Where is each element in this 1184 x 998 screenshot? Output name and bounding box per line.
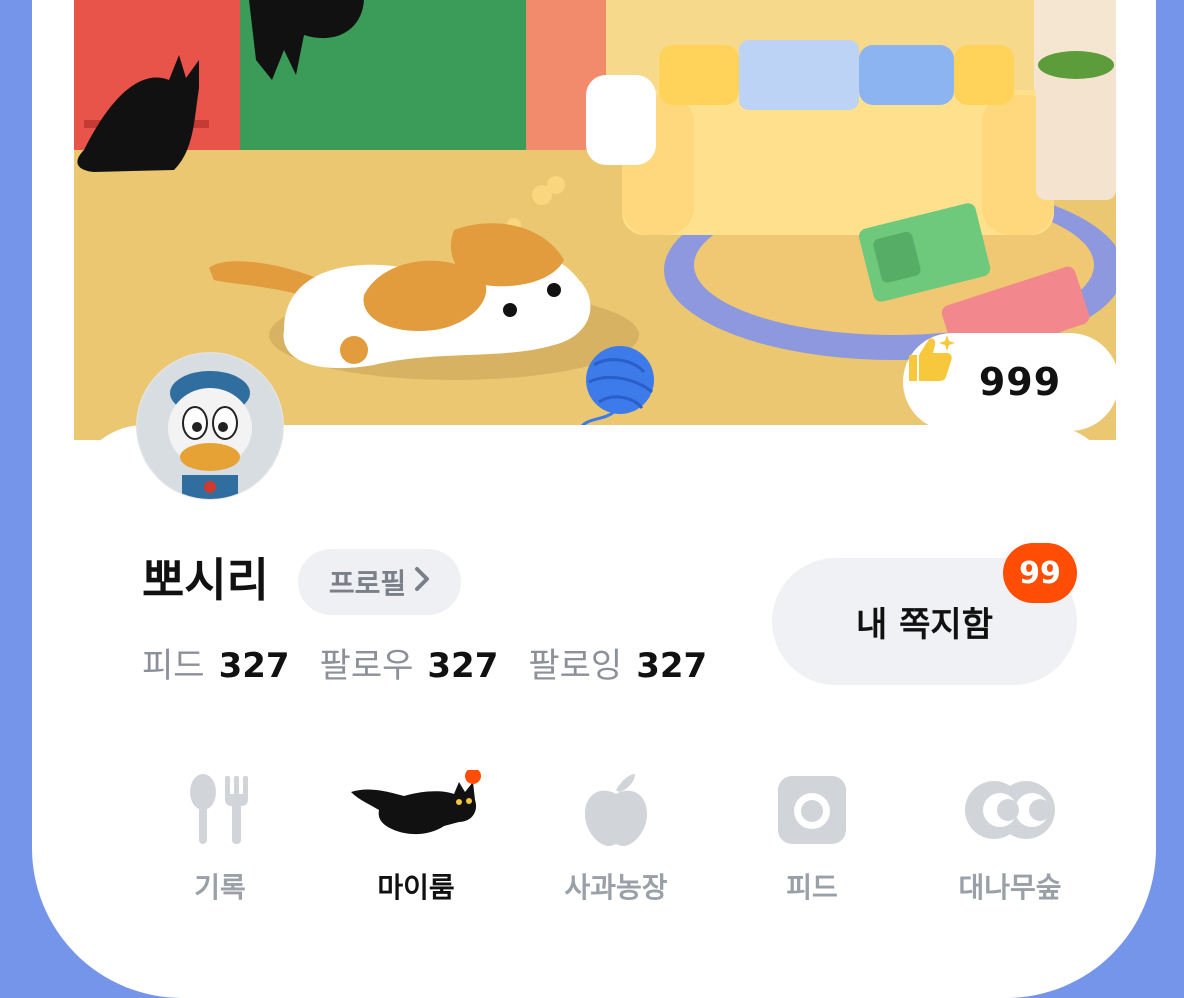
camera-icon — [722, 770, 902, 850]
chevron-right-icon — [414, 566, 430, 599]
nav-item-label: 대나무숲 — [958, 871, 1062, 904]
stat-follower-label[interactable]: 팔로우 — [320, 644, 414, 688]
black-cat-icon — [326, 770, 506, 850]
nav-item-feed[interactable]: 피드 — [722, 770, 902, 906]
message-box-label: 내 쪽지함 — [856, 605, 993, 645]
stat-following-value[interactable]: 327 — [636, 644, 707, 688]
profile-card: 999 뽀시리 프로필 피드 327 팔로우 327 팔로잉 327 내 쪽지함… — [32, 0, 1156, 998]
stat-following-label[interactable]: 팔로잉 — [528, 644, 622, 688]
nav-item-bamboo-forest[interactable]: 대나무숲 — [920, 770, 1100, 906]
nav-item-label: 사과농장 — [564, 871, 668, 904]
nav-item-myroom[interactable]: 마이룸 — [326, 770, 506, 906]
stat-follower-value[interactable]: 327 — [427, 644, 498, 688]
stat-feed-value[interactable]: 327 — [219, 644, 290, 688]
stat-feed-label[interactable]: 피드 — [142, 644, 205, 688]
avatar[interactable] — [136, 352, 284, 500]
nav-item-label: 마이룸 — [377, 871, 455, 904]
nav-item-label: 피드 — [786, 871, 838, 904]
profile-stats: 피드 327 팔로우 327 팔로잉 327 — [142, 644, 737, 688]
nav-item-record[interactable]: 기록 — [130, 770, 310, 906]
bottom-nav: 기록 마이룸 사과농장 피드 대나무숲 — [112, 770, 1112, 910]
apple-icon — [526, 770, 706, 850]
utensils-icon — [130, 770, 310, 850]
eyes-icon — [920, 770, 1100, 850]
profile-button[interactable]: 프로필 — [298, 549, 461, 615]
message-count-badge: 99 — [1003, 543, 1077, 603]
like-button[interactable]: 999 — [903, 333, 1116, 431]
nav-item-apple-farm[interactable]: 사과농장 — [526, 770, 706, 906]
like-count: 999 — [978, 360, 1062, 404]
nav-item-label: 기록 — [194, 871, 246, 904]
duck-avatar-image — [137, 353, 283, 499]
user-name: 뽀시리 — [142, 553, 269, 607]
profile-button-label: 프로필 — [328, 567, 407, 600]
